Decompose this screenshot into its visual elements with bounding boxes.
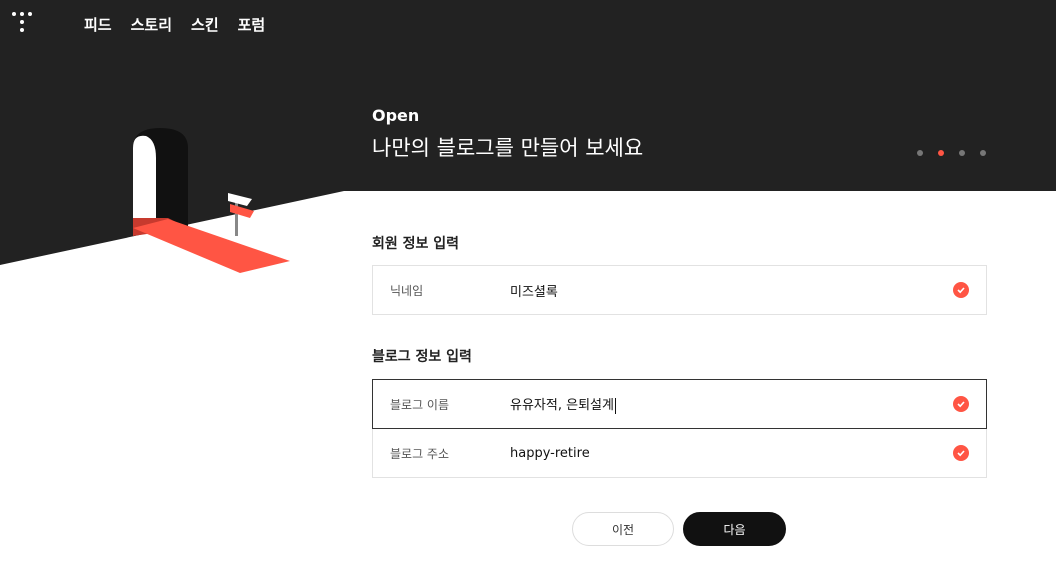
blog-address-input[interactable]: happy-retire	[510, 446, 930, 461]
member-section-title: 회원 정보 입력	[372, 236, 460, 252]
step-dot-2-active	[938, 150, 944, 156]
nickname-field-row: 닉네임 미즈셜록	[373, 266, 986, 314]
blog-name-value: 유유자적, 은퇴설계	[510, 398, 614, 414]
member-info-form: 닉네임 미즈셜록	[372, 265, 987, 315]
step-dot-3	[959, 150, 965, 156]
top-navigation: 피드 스토리 스킨 포럼	[84, 14, 265, 35]
step-indicator	[917, 150, 986, 156]
hero-label: Open	[372, 106, 420, 125]
nav-item-feed[interactable]: 피드	[84, 14, 112, 35]
next-button[interactable]: 다음	[683, 512, 786, 546]
nickname-input[interactable]: 미즈셜록	[510, 281, 930, 300]
check-icon	[953, 445, 969, 461]
hero-title: 나만의 블로그를 만들어 보세요	[372, 136, 644, 160]
nav-item-forum[interactable]: 포럼	[238, 14, 266, 35]
check-icon	[953, 396, 969, 412]
blog-address-field-row: 블로그 주소 happy-retire	[373, 428, 986, 477]
tistory-logo-icon[interactable]	[12, 12, 36, 36]
step-dot-1	[917, 150, 923, 156]
blog-name-label: 블로그 이름	[390, 397, 450, 412]
blog-address-label: 블로그 주소	[390, 446, 450, 461]
nav-item-skin[interactable]: 스킨	[191, 14, 219, 35]
nav-item-story[interactable]: 스토리	[131, 14, 172, 35]
text-caret	[614, 397, 616, 414]
blog-section-title: 블로그 정보 입력	[372, 349, 472, 365]
blog-name-field-row: 블로그 이름 유유자적, 은퇴설계	[372, 379, 987, 429]
blog-info-form: 블로그 이름 유유자적, 은퇴설계 블로그 주소 happy-retire	[372, 379, 987, 478]
nickname-label: 닉네임	[390, 283, 424, 298]
step-dot-4	[980, 150, 986, 156]
check-icon	[953, 282, 969, 298]
blog-name-input[interactable]: 유유자적, 은퇴설계	[510, 394, 930, 414]
prev-button[interactable]: 이전	[572, 512, 674, 546]
